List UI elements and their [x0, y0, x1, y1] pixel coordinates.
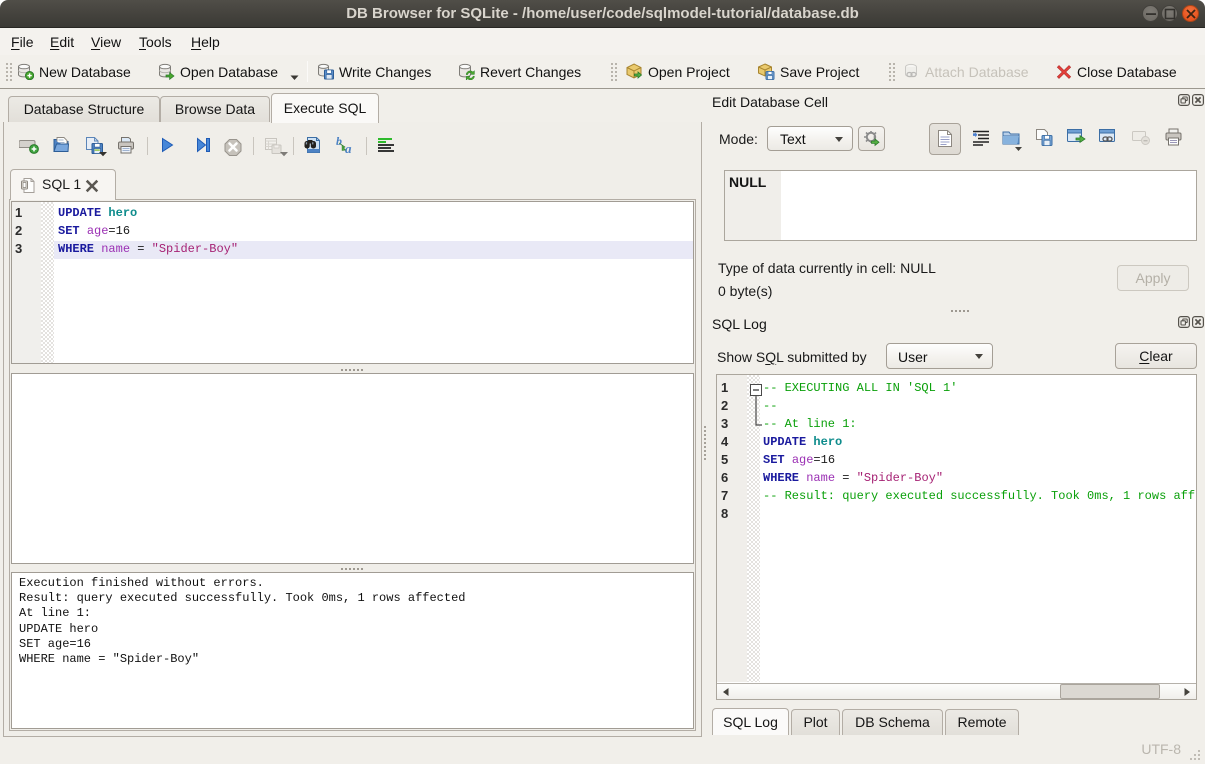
svg-text:a: a: [345, 141, 352, 155]
svg-text:b: b: [336, 136, 342, 148]
